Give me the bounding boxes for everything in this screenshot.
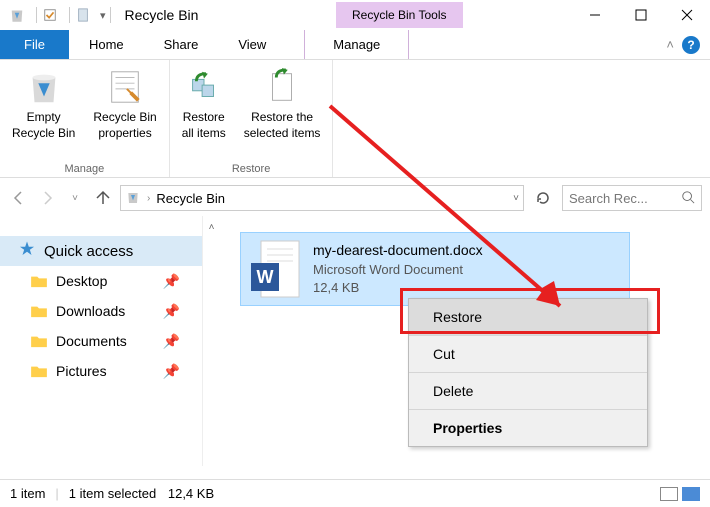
word-document-icon: W [251,239,301,299]
pin-icon: 📌 [163,333,180,350]
status-item-count: 1 item [10,486,45,501]
properties-icon [106,68,144,106]
pin-icon: 📌 [163,273,180,290]
sidebar-item-downloads[interactable]: Downloads 📌 [0,296,202,326]
file-type: Microsoft Word Document [313,261,483,279]
context-properties[interactable]: Properties [409,410,647,446]
qat-properties-icon[interactable] [41,6,59,24]
sidebar-item-label: Pictures [56,363,107,379]
scroll-up-icon[interactable]: ˄ [209,222,215,233]
context-menu: Restore Cut Delete Properties [408,298,648,447]
context-cut[interactable]: Cut [409,336,647,373]
back-button[interactable] [8,187,30,209]
sidebar-item-label: Desktop [56,273,107,289]
recent-dropdown[interactable]: ˅ [64,187,86,209]
minimize-button[interactable] [572,0,618,30]
search-placeholder: Search Rec... [569,191,648,206]
window-title: Recycle Bin [125,7,199,23]
up-button[interactable] [92,187,114,209]
refresh-button[interactable] [530,190,556,206]
folder-icon [30,334,48,348]
restore-all-icon [185,68,223,106]
empty-recycle-bin-button[interactable]: Empty Recycle Bin [8,66,79,163]
ribbon-group-label: Manage [64,163,104,175]
sidebar-item-desktop[interactable]: Desktop 📌 [0,266,202,296]
close-button[interactable] [664,0,710,30]
folder-icon [30,364,48,378]
file-item[interactable]: W my-dearest-document.docx Microsoft Wor… [240,232,630,306]
qat-document-icon[interactable] [74,6,92,24]
contextual-tools-tab[interactable]: Recycle Bin Tools [336,2,463,28]
context-delete[interactable]: Delete [409,373,647,410]
sidebar-item-pictures[interactable]: Pictures 📌 [0,356,202,386]
recycle-bin-icon [8,6,26,24]
recycle-bin-properties-button[interactable]: Recycle Bin properties [89,66,160,163]
ribbon-label: Restore all items [182,110,226,141]
collapse-ribbon-icon[interactable]: ˄ [666,37,674,52]
folder-icon [30,274,48,288]
sidebar-item-label: Quick access [44,243,133,260]
folder-icon [30,304,48,318]
search-input[interactable]: Search Rec... [562,185,702,211]
pin-icon: 📌 [163,303,180,320]
ribbon-group-label: Restore [232,163,271,175]
sidebar-item-documents[interactable]: Documents 📌 [0,326,202,356]
forward-button[interactable] [36,187,58,209]
status-selected: 1 item selected [69,486,156,501]
manage-tab[interactable]: Manage [304,30,409,59]
help-icon[interactable]: ? [682,36,700,54]
address-location: Recycle Bin [156,191,225,206]
restore-selected-icon [263,68,301,106]
status-bar: 1 item | 1 item selected 12,4 KB [0,479,710,507]
navigation-tree[interactable]: Quick access Desktop 📌 Downloads 📌 Docum… [0,216,202,466]
view-tab[interactable]: View [218,30,286,59]
details-view-icon[interactable] [660,487,678,501]
svg-text:W: W [257,267,274,287]
maximize-button[interactable] [618,0,664,30]
ribbon-label: Restore the selected items [244,110,321,141]
ribbon-label: Recycle Bin properties [93,110,156,141]
trash-icon [25,68,63,106]
sidebar-item-label: Downloads [56,303,125,319]
file-size: 12,4 KB [313,279,483,297]
sidebar-item-label: Documents [56,333,127,349]
restore-selected-button[interactable]: Restore the selected items [240,66,325,163]
file-tab[interactable]: File [0,30,69,59]
pin-icon: 📌 [163,363,180,380]
recycle-bin-icon [125,189,141,208]
address-bar[interactable]: › Recycle Bin ˅ [120,185,524,211]
star-icon [18,240,36,262]
status-size: 12,4 KB [168,486,214,501]
ribbon-label: Empty Recycle Bin [12,110,75,141]
home-tab[interactable]: Home [69,30,144,59]
restore-all-button[interactable]: Restore all items [178,66,230,163]
share-tab[interactable]: Share [144,30,219,59]
search-icon [681,190,695,207]
file-name: my-dearest-document.docx [313,241,483,261]
sidebar-item-quick-access[interactable]: Quick access [0,236,202,266]
context-restore[interactable]: Restore [409,299,647,336]
large-icons-view-icon[interactable] [682,487,700,501]
